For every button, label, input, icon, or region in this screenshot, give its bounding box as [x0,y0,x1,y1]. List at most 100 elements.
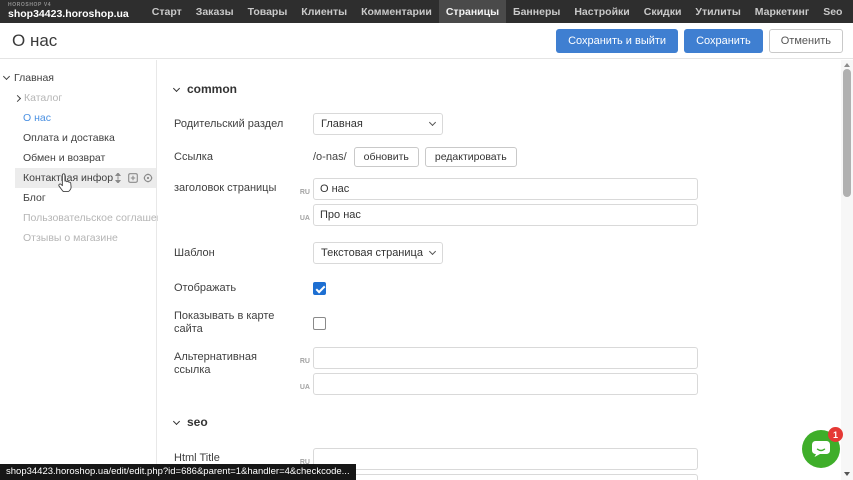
nav-item-orders[interactable]: Заказы [189,0,241,23]
scroll-up-arrow-icon[interactable] [844,63,850,67]
header-buttons: Сохранить и выйти Сохранить Отменить [556,29,843,53]
lang-spacer [294,124,310,125]
sitemap-checkbox[interactable] [313,317,326,330]
sidebar-item-label: Блог [23,192,46,204]
sidebar-item-label: Обмен и возврат [23,152,105,164]
section-title: seo [187,415,208,429]
nav-item-discounts[interactable]: Скидки [637,0,689,23]
settings-icon[interactable] [143,173,153,183]
html-title-ru-input[interactable] [313,448,698,470]
drag-move-icon[interactable] [113,173,123,183]
sidebar-item-about[interactable]: О нас [0,108,156,128]
chat-widget[interactable]: 1 [802,430,840,468]
save-button[interactable]: Сохранить [684,29,763,53]
section-title: common [187,82,237,96]
topbar: HOROSHOP V4 shop34423.horoshop.ua Старт … [0,0,853,23]
field-label: Отображать [174,282,294,295]
nav-item-seo[interactable]: Seo [816,0,849,23]
sidebar-item-payment[interactable]: Оплата и доставка [0,128,156,148]
chevron-down-icon[interactable] [3,73,10,80]
sidebar-item-reviews[interactable]: Отзывы о магазине [0,228,156,248]
display-checkbox[interactable] [313,282,326,295]
add-subpage-icon[interactable] [128,173,138,183]
lang-ru-badge: RU [294,351,310,365]
sitemap-row: Показывать в карте сайта [174,310,841,336]
sidebar-item-label: Главная [14,72,54,84]
template-row: Шаблон Текстовая страница [174,242,841,264]
sidebar-item-contacts[interactable]: Контактная инфор [15,168,156,188]
field-label: Шаблон [174,247,294,260]
chat-unread-badge: 1 [828,427,843,442]
page-title-ua-input[interactable] [313,204,698,226]
sidebar-item-returns[interactable]: Обмен и возврат [0,148,156,168]
lang-ua-badge: UA [294,377,310,391]
lang-ua-badge: UA [294,208,310,222]
field-label: Показывать в карте сайта [174,310,294,336]
nav-item-comments[interactable]: Комментарии [354,0,439,23]
select-value: Текстовая страница [321,247,423,259]
nav-item-pages[interactable]: Страницы [439,0,506,23]
display-row: Отображать [174,282,841,295]
alt-link-row: Альтернативная ссылка RU UA [174,347,841,395]
vertical-scrollbar[interactable] [841,60,853,480]
link-edit-button[interactable]: редактировать [425,147,517,167]
nav-item-marketing[interactable]: Маркетинг [748,0,816,23]
section-common-header[interactable]: common [174,82,841,96]
page-title: О нас [12,31,57,51]
field-label: Альтернативная ссылка [174,347,294,377]
lang-ru-badge: RU [294,182,310,196]
nav-item-banners[interactable]: Баннеры [506,0,567,23]
sidebar-item-terms[interactable]: Пользовательское соглашение [0,208,156,228]
sidebar-item-label: Контактная инфор [23,172,113,184]
sidebar-item-home[interactable]: Главная [0,68,156,88]
sidebar-item-label: Каталог [24,92,62,104]
page-edit-form: common Родительский раздел Главная Ссылк… [158,60,841,480]
chevron-right-icon[interactable] [14,94,21,101]
link-row: Ссылка /o-nas/ обновить редактировать [174,147,841,167]
field-label: заголовок страницы [174,178,294,195]
section-seo-header[interactable]: seo [174,415,841,429]
sidebar-item-catalog[interactable]: Каталог [0,88,156,108]
chevron-down-icon [429,248,436,255]
save-and-exit-button[interactable]: Сохранить и выйти [556,29,678,53]
sidebar-item-blog[interactable]: Блог [0,188,156,208]
lang-spacer [294,253,310,254]
nav-item-start[interactable]: Старт [145,0,189,23]
lang-spacer [294,288,310,289]
main-nav: Старт Заказы Товары Клиенты Комментарии … [145,0,853,23]
lang-spacer [294,323,310,324]
chevron-down-icon [429,119,436,126]
nav-item-products[interactable]: Товары [241,0,295,23]
field-label: Ссылка [174,151,294,164]
chevron-down-icon [173,417,180,424]
html-title-label: Html Title [174,452,220,464]
field-label: Родительский раздел [174,118,294,131]
sidebar-item-label: Пользовательское соглашение [23,212,174,224]
nav-item-clients[interactable]: Клиенты [294,0,354,23]
parent-section-select[interactable]: Главная [313,113,443,135]
cancel-button[interactable]: Отменить [769,29,843,53]
status-link-preview: shop34423.horoshop.ua/edit/edit.php?id=6… [0,464,356,480]
chevron-down-icon [173,84,180,91]
scrollbar-thumb[interactable] [843,69,851,197]
select-value: Главная [321,118,363,130]
page-title-row: заголовок страницы RU UA [174,178,841,226]
sidebar-item-label: Оплата и доставка [23,132,115,144]
brand-domain: shop34423.horoshop.ua [8,9,129,20]
sidebar-item-label: О нас [23,112,51,124]
scroll-down-arrow-icon[interactable] [844,472,850,476]
nav-item-reports[interactable]: Отчеты [849,0,853,23]
pages-tree-sidebar: Главная Каталог О нас Оплата и доставка … [0,60,157,480]
page-title-ru-input[interactable] [313,178,698,200]
parent-section-row: Родительский раздел Главная [174,113,841,135]
nav-item-settings[interactable]: Настройки [567,0,636,23]
brand-logo[interactable]: HOROSHOP V4 shop34423.horoshop.ua [0,3,139,20]
link-value: /o-nas/ [313,151,347,163]
nav-item-utilities[interactable]: Утилиты [688,0,747,23]
sidebar-item-label: Отзывы о магазине [23,232,118,244]
html-title-ua-input[interactable] [313,474,698,480]
alt-link-ru-input[interactable] [313,347,698,369]
template-select[interactable]: Текстовая страница [313,242,443,264]
link-refresh-button[interactable]: обновить [354,147,419,167]
alt-link-ua-input[interactable] [313,373,698,395]
